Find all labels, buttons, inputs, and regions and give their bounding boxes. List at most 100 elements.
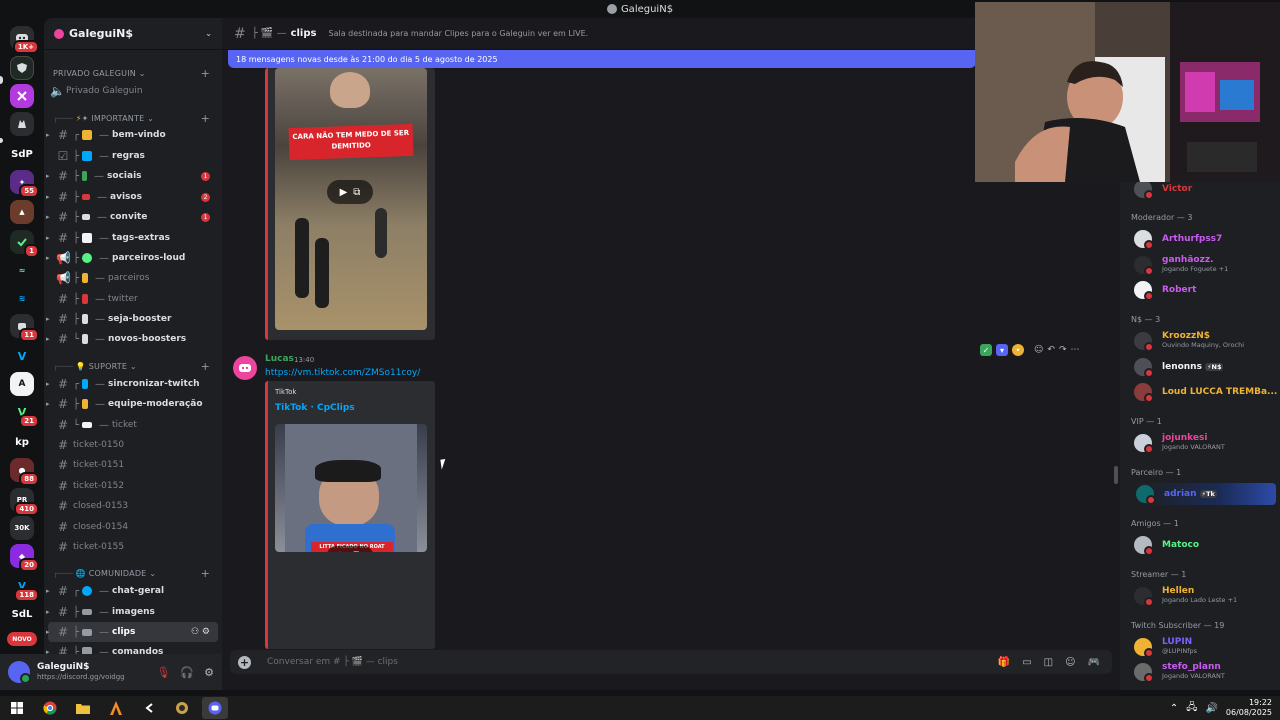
add-member-icon[interactable]: ⚇ [191,627,199,637]
headphones-icon[interactable]: 🎧 [180,666,194,679]
category-suporte[interactable]: ┌─── 💡 SUPORTE ⌄ + [44,359,222,373]
member-item[interactable]: Loud LUCCA TREMBa... [1134,381,1280,403]
add-channel-icon[interactable]: + [201,567,210,580]
channel-topic[interactable]: Sala destinada para mandar Clipes para o… [328,29,588,38]
server-icon[interactable] [10,84,34,108]
server-icon[interactable]: ≈ [10,258,34,282]
member-item[interactable]: Hellen Jogando Lado Leste +1 [1134,585,1280,607]
server-dm-home[interactable]: 1K+ [10,26,39,54]
speaker-icon[interactable]: 🔊 [1205,703,1217,714]
server-icon[interactable]: ≋ [10,286,34,310]
new-messages-bar[interactable]: 18 mensagens novas desde às 21:00 do dia… [228,50,976,68]
add-channel-icon[interactable]: + [201,112,210,125]
app-badge-icon[interactable] [169,697,195,719]
channel-ticket-0155[interactable]: # ticket-0155 [48,537,218,557]
server-sdp[interactable]: SdP [10,142,34,166]
channel-avisos[interactable]: ▸ # ├ — avisos 2 [46,187,218,207]
channel-closed-0153[interactable]: # closed-0153 [48,496,218,516]
video-thumbnail[interactable]: CARA NÃO TEM MEDO DE SER DEMITIDO ▶ ⧉ [275,68,427,330]
windows-start-icon[interactable] [4,697,30,719]
message-author[interactable]: Lucas [265,354,294,364]
channel-clips[interactable]: ▸ # ├ — clips ⚇ ⚙ [46,622,218,642]
category-privado[interactable]: PRIVADO GALEGUIN ⌄ + [44,66,222,80]
server-sdl[interactable]: SdL [10,602,34,626]
member-item[interactable]: ganhãozz. Jogando Foguete +1 [1134,254,1280,276]
voice-channel[interactable]: 🔈 Privado Galeguin [48,81,218,101]
emoji-reaction-icon[interactable]: • [1012,344,1024,356]
channel-seja-booster[interactable]: ▸ # ├ — seja-booster [46,309,218,329]
server-icon[interactable]: ✦ 55 [10,170,39,198]
category-importante[interactable]: ┌─── ⚡ ✦ IMPORTANTE ⌄ + [44,111,222,125]
server-icon[interactable]: PR 410 [10,488,39,516]
gift-icon[interactable]: 🎁 [998,657,1010,668]
mic-muted-icon[interactable]: 🎙 [156,666,170,679]
member-item[interactable]: lenonns ⚡N$ [1134,356,1280,378]
forward-icon[interactable]: ↷ [1059,345,1067,355]
member-item[interactable]: stefo_plann Jogando VALORANT [1134,661,1280,683]
member-item[interactable]: Robert [1134,279,1280,301]
guild-header[interactable]: GaleguiN$ ⌄ [44,18,222,50]
gear-icon[interactable]: ⚙ [202,627,210,637]
channel-sincronizar-twitch[interactable]: ▸ # ┌ — sincronizar-twitch [46,374,218,394]
channel-ticket-0152[interactable]: # ticket-0152 [48,476,218,496]
member-item[interactable]: Matoco [1134,534,1280,556]
server-icon[interactable] [10,56,34,80]
channel-ticket-0151[interactable]: # ticket-0151 [48,455,218,475]
server-icon[interactable]: V [10,344,34,368]
server-icon[interactable]: V 118 [10,574,39,602]
add-channel-icon[interactable]: + [201,360,210,373]
channel-equipe-moderacao[interactable]: ▸ # ├ — equipe-moderação [46,394,218,414]
channel-chat-geral[interactable]: ▸ # ┌ — chat-geral [46,581,218,601]
gif-icon[interactable]: ▭ [1022,657,1031,668]
channel-sociais[interactable]: ▸ # ├ — sociais 1 [46,166,218,186]
channel-twitter[interactable]: # ├ — twitter [48,289,218,309]
novo-badge[interactable]: NOVO [7,632,37,646]
add-attachment-icon[interactable]: + [238,655,251,669]
channel-imagens[interactable]: ▸ # ├ — imagens [46,602,218,622]
more-icon[interactable]: ⋯ [1070,345,1079,355]
channel-bem-vindo[interactable]: ▸ # ┌ — bem-vindo [46,125,218,145]
app-g-icon[interactable] [136,697,162,719]
channel-ticket[interactable]: # └ — ticket [48,415,218,435]
avatar[interactable] [233,356,257,380]
server-icon[interactable]: ● 88 [10,458,39,486]
member-item[interactable]: KroozzN$ Ouvindo Maquiny, Orochi [1134,330,1280,352]
member-item[interactable]: Arthurfpss7 [1134,228,1280,250]
message-composer[interactable]: + Conversar em # ├ 🎬 — clips 🎁 ▭ ◫ ☺ 🎮 [230,650,1112,674]
channel-convite[interactable]: ▸ # ├ — convite 1 [46,207,218,227]
chevron-up-icon[interactable]: ⌃ [1170,703,1178,714]
add-reaction-icon[interactable]: ☺ [1034,345,1043,355]
message-link[interactable]: https://vm.tiktok.com/ZMSo11coy/ [265,368,420,378]
play-button[interactable]: ▶⧉ [327,180,373,204]
embed-title[interactable]: TikTok · CpClips [275,403,355,413]
chat-scrollbar[interactable] [1114,466,1118,484]
channel-parceiros-loud[interactable]: ▸ 📢 ├ — parceiros-loud [46,248,218,268]
app-a-icon[interactable] [103,697,129,719]
channel-comandos[interactable]: ▸ # ├ — comandos [46,642,218,654]
channel-parceiros[interactable]: 📢 ├ — parceiros [48,268,218,288]
category-comunidade[interactable]: ┌─── 🌐 COMUNIDADE ⌄ + [44,566,222,580]
apps-icon[interactable]: 🎮 [1088,657,1100,668]
server-icon[interactable]: 30K [10,516,34,540]
server-icon[interactable] [10,112,34,136]
add-channel-icon[interactable]: + [201,67,210,80]
channel-closed-0154[interactable]: # closed-0154 [48,517,218,537]
reply-icon[interactable]: ↶ [1047,345,1055,355]
channel-regras[interactable]: ☑ ├ — regras [48,146,218,166]
video-thumbnail[interactable]: LITTA FICADO NO ROAT ▶⧉ [275,424,427,552]
gear-icon[interactable]: ⚙ [204,666,214,679]
channel-novos-boosters[interactable]: ▸ # └ — novos-boosters [46,329,218,349]
play-button[interactable]: ▶⧉ [327,546,373,552]
server-icon[interactable]: ◆ 20 [10,544,39,572]
server-icon[interactable]: ▲ [10,200,34,224]
sticker-icon[interactable]: ◫ [1044,657,1053,668]
chrome-icon[interactable] [37,697,63,719]
member-item[interactable]: adrian ⚡Tk [1134,483,1276,505]
member-item[interactable]: jojunkesi Jogando VALORANT [1134,432,1280,454]
check-reaction-icon[interactable]: ✓ [980,344,992,356]
clock[interactable]: 19:22 06/08/2025 [1226,698,1272,718]
channel-ticket-0150[interactable]: # ticket-0150 [48,435,218,455]
server-icon[interactable]: 11 [10,314,39,342]
member-item[interactable]: LUPIN @LUPINfps [1134,636,1280,658]
discord-taskbar-icon[interactable] [202,697,228,719]
